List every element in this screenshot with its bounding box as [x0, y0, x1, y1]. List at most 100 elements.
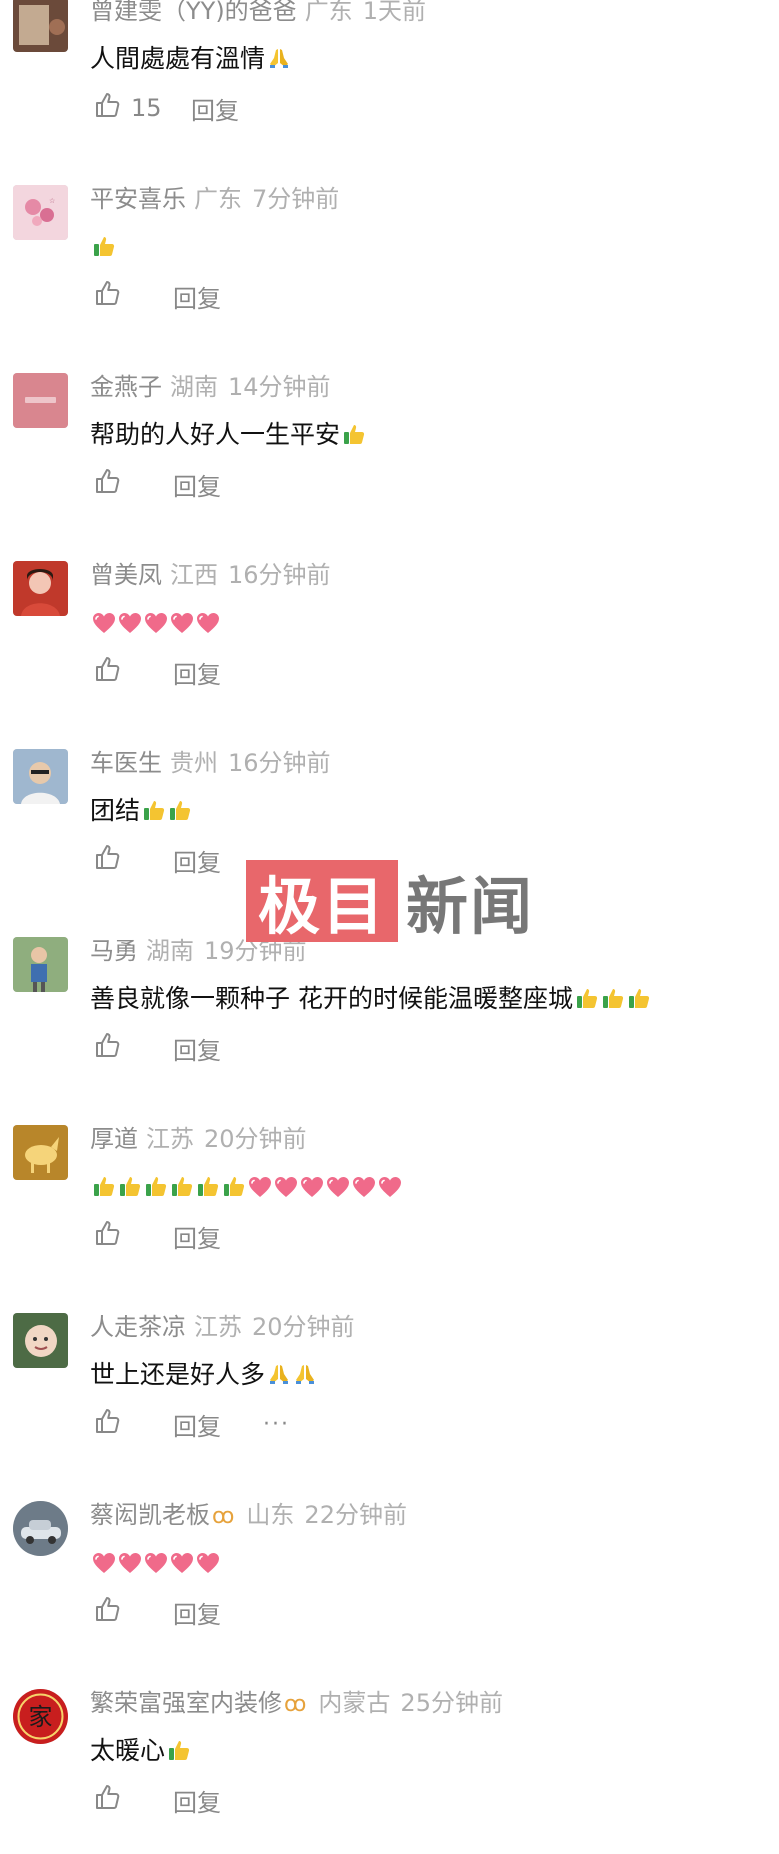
- woman-avatar-icon[interactable]: [13, 561, 68, 616]
- comment-time: 25分钟前: [400, 1689, 503, 1717]
- child-avatar-icon[interactable]: [13, 937, 68, 992]
- car-avatar-icon[interactable]: [13, 1501, 68, 1556]
- man-glasses-avatar-icon[interactable]: [13, 749, 68, 804]
- comment-text: 团结: [90, 794, 192, 828]
- comment-item: 曾建雯（YY)的爸爸 广东 1天前 人間處處有溫情 15 回复: [0, 0, 779, 162]
- heart-emoji-icon: [300, 1176, 324, 1198]
- comment-time: 14分钟前: [228, 373, 331, 401]
- like-icon[interactable]: [93, 1595, 121, 1629]
- svg-text:☆: ☆: [49, 197, 55, 205]
- comment-username[interactable]: 蔡闳凯老板: [90, 1501, 210, 1529]
- reply-button[interactable]: 回复: [173, 843, 221, 878]
- comment-item: 马勇 湖南 19分钟前 善良就像一颗种子 花开的时候能温暖整座城 回复: [0, 914, 779, 1102]
- pray-emoji-icon: [267, 46, 291, 70]
- comment-actions: 回复: [93, 1219, 221, 1254]
- thumb-emoji-icon: [167, 1738, 191, 1762]
- comment-actions: 15 回复: [93, 91, 239, 126]
- heart-emoji-icon: [378, 1176, 402, 1198]
- heart-emoji-icon: [118, 612, 142, 634]
- reply-button[interactable]: 回复: [173, 1219, 221, 1254]
- golden-horse-avatar-icon[interactable]: [13, 1125, 68, 1180]
- comment-actions: 回复: [93, 467, 221, 502]
- comment-text-content: 帮助的人好人一生平安: [90, 420, 341, 449]
- comment-username[interactable]: 曾建雯（YY)的爸爸: [90, 0, 297, 25]
- comment-username[interactable]: 金燕子: [90, 373, 162, 401]
- thumb-emoji-icon: [222, 1174, 246, 1198]
- reply-button[interactable]: 回复: [191, 91, 239, 126]
- thumb-emoji-icon: [144, 1174, 168, 1198]
- avatar-photo-icon[interactable]: [13, 0, 68, 52]
- thumb-emoji-icon: [601, 986, 625, 1010]
- flower-avatar-icon[interactable]: ☆: [13, 185, 68, 240]
- comment-text: [90, 230, 116, 264]
- comment-meta: 车医生 贵州 16分钟前: [90, 748, 331, 778]
- comment-meta: 曾美凤 江西 16分钟前: [90, 560, 331, 590]
- reply-button[interactable]: 回复: [173, 1783, 221, 1818]
- comment-location: 江苏: [146, 1125, 194, 1153]
- like-icon[interactable]: [93, 91, 121, 125]
- comment-username[interactable]: 马勇: [90, 937, 138, 965]
- watermark: 极目 新闻: [246, 860, 534, 943]
- comment-actions: 回复 ···: [93, 1407, 290, 1442]
- heart-emoji-icon: [144, 1552, 168, 1574]
- reply-button[interactable]: 回复: [173, 1595, 221, 1630]
- like-icon[interactable]: [93, 279, 121, 313]
- comment-username[interactable]: 车医生: [90, 749, 162, 777]
- like-icon[interactable]: [93, 1783, 121, 1817]
- comment-text-content: 太暖心: [90, 1736, 166, 1765]
- comment-meta: 曾建雯（YY)的爸爸 广东 1天前: [90, 0, 426, 26]
- like-icon[interactable]: [93, 1031, 121, 1065]
- comment-location: 广东: [304, 0, 353, 25]
- comment-actions: 回复: [93, 843, 221, 878]
- thumb-emoji-icon: [142, 798, 166, 822]
- heart-emoji-icon: [144, 612, 168, 634]
- pray-emoji-icon: [267, 1362, 291, 1386]
- comment-meta: 蔡闳凯老板ꝏ 山东 22分钟前: [90, 1500, 407, 1532]
- comment-username[interactable]: 曾美凤: [90, 561, 162, 589]
- comment-meta: 平安喜乐 广东 7分钟前: [90, 184, 339, 214]
- comment-username[interactable]: 人走茶凉: [90, 1313, 186, 1341]
- fan-badge-icon: ꝏ: [212, 1504, 235, 1529]
- fan-badge-icon: ꝏ: [284, 1692, 307, 1717]
- reply-button[interactable]: 回复: [173, 279, 221, 314]
- comment-time: 22分钟前: [304, 1501, 407, 1529]
- reply-button[interactable]: 回复: [173, 655, 221, 690]
- like-icon[interactable]: [93, 1219, 121, 1253]
- reply-button[interactable]: 回复: [173, 467, 221, 502]
- reply-button[interactable]: 回复: [173, 1407, 221, 1442]
- comment-text: 善良就像一颗种子 花开的时候能温暖整座城: [90, 982, 651, 1016]
- comment-actions: 回复: [93, 279, 221, 314]
- like-icon[interactable]: [93, 1407, 121, 1441]
- comment-username[interactable]: 繁荣富强室内装修: [90, 1689, 282, 1717]
- heart-emoji-icon: [170, 612, 194, 634]
- comment-meta: 金燕子 湖南 14分钟前: [90, 372, 331, 402]
- comment-text: 人間處處有溫情: [90, 42, 291, 76]
- baby-avatar-icon[interactable]: [13, 1313, 68, 1368]
- comment-time: 20分钟前: [204, 1125, 307, 1153]
- comment-username[interactable]: 厚道: [90, 1125, 138, 1153]
- thumb-emoji-icon: [342, 422, 366, 446]
- comment-username[interactable]: 平安喜乐: [90, 185, 186, 213]
- heart-emoji-icon: [326, 1176, 350, 1198]
- more-options-icon[interactable]: ···: [263, 1412, 290, 1437]
- comment-actions: 回复: [93, 655, 221, 690]
- pink-card-avatar-icon[interactable]: [13, 373, 68, 428]
- comment-text: 太暖心: [90, 1734, 191, 1768]
- heart-emoji-icon: [196, 612, 220, 634]
- comment-item: ☆ 平安喜乐 广东 7分钟前回复: [0, 162, 779, 350]
- watermark-text: 新闻: [406, 870, 535, 943]
- like-icon[interactable]: [93, 467, 121, 501]
- like-icon[interactable]: [93, 843, 121, 877]
- like-icon[interactable]: [93, 655, 121, 689]
- comment-item: 人走茶凉 江苏 20分钟前 世上还是好人多 回复 ···: [0, 1290, 779, 1478]
- comment-text-content: 人間處處有溫情: [90, 44, 266, 73]
- reply-button[interactable]: 回复: [173, 1031, 221, 1066]
- comment-text: 帮助的人好人一生平安: [90, 418, 366, 452]
- comment-item: 蔡闳凯老板ꝏ 山东 22分钟前回复: [0, 1478, 779, 1666]
- thumb-emoji-icon: [196, 1174, 220, 1198]
- family-seal-avatar-icon[interactable]: 家: [13, 1689, 68, 1744]
- comment-text: [90, 606, 220, 640]
- svg-text:家: 家: [29, 1703, 53, 1731]
- comment-text-content: 善良就像一颗种子 花开的时候能温暖整座城: [90, 984, 573, 1013]
- heart-emoji-icon: [92, 1552, 116, 1574]
